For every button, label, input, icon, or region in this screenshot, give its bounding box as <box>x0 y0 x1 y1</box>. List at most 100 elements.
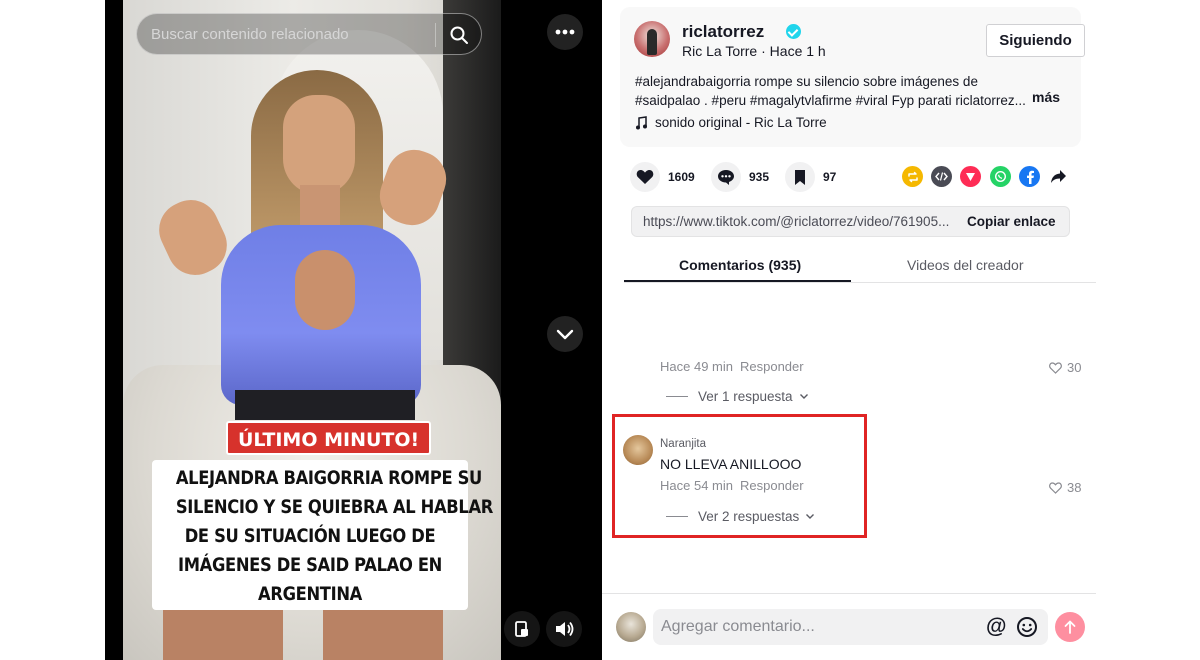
chevron-down-icon <box>556 329 574 340</box>
details-panel: riclatorrez Ric La Torre · Hace 1 h Sigu… <box>602 0 1200 660</box>
next-video-button[interactable] <box>547 316 583 352</box>
author-meta: Ric La Torre · Hace 1 h <box>682 43 826 59</box>
search-button[interactable] <box>443 19 475 51</box>
caption-line: ARGENTINA <box>258 583 362 605</box>
facebook-icon <box>1026 170 1034 184</box>
post-time: Hace 1 h <box>769 43 826 59</box>
comment-like-count: 38 <box>1067 480 1082 495</box>
comment-like-count: 30 <box>1067 360 1082 375</box>
whatsapp-share-button[interactable] <box>990 166 1011 187</box>
description-line: #saidpalao . #peru #magalytvlafirme #vir… <box>635 93 1026 108</box>
search-divider <box>435 23 436 47</box>
search-icon <box>450 26 468 44</box>
description-line: #alejandrabaigorria rompe su silencio so… <box>635 74 978 89</box>
commenter-avatar[interactable] <box>623 435 653 465</box>
save-count: 97 <box>823 170 837 184</box>
caption-line: SILENCIO Y SE QUIEBRA AL HABLAR <box>175 496 494 518</box>
heart-outline-icon <box>1049 361 1062 374</box>
related-search-input[interactable] <box>151 14 431 54</box>
author-username[interactable]: riclatorrez <box>682 22 764 42</box>
commenter-username[interactable]: Naranjita <box>660 438 706 450</box>
embed-button[interactable] <box>931 166 952 187</box>
more-options-icon <box>555 29 575 35</box>
chevron-down-icon <box>806 514 815 519</box>
comment-time: Hace 54 min <box>660 478 733 493</box>
comment-circle <box>711 162 741 192</box>
embed-icon <box>935 172 948 181</box>
repost-icon <box>907 171 918 182</box>
reply-button[interactable]: Responder <box>740 359 804 374</box>
video-description: #alejandrabaigorria rompe su silencio so… <box>635 72 1035 110</box>
replies-dash <box>666 396 688 397</box>
copy-link-button[interactable]: Copiar enlace <box>967 214 1056 229</box>
description-more-link[interactable]: más <box>1032 89 1060 105</box>
send-icon <box>966 173 975 181</box>
following-button[interactable]: Siguiendo <box>986 24 1085 57</box>
comment-input[interactable] <box>661 609 971 645</box>
caption-line: ALEJANDRA BAIGORRIA ROMPE SU <box>175 467 482 489</box>
like-count: 1609 <box>668 170 695 184</box>
comment-composer[interactable]: @ <box>653 609 1048 645</box>
comment-count: 935 <box>749 170 770 184</box>
save-circle <box>785 162 815 192</box>
music-note-icon <box>636 115 647 129</box>
heart-icon <box>636 170 654 184</box>
comment-button[interactable]: 935 <box>711 162 769 192</box>
view-replies-button[interactable]: Ver 2 respuestas <box>666 509 815 524</box>
save-button[interactable]: 97 <box>785 162 836 192</box>
panel-tabs: Comentarios (935) Videos del creador <box>624 247 1096 283</box>
send-to-friend-button[interactable] <box>960 166 981 187</box>
arrow-up-icon <box>1064 620 1076 634</box>
comment-like-button[interactable]: 38 <box>1049 480 1081 495</box>
person-chest <box>295 250 355 330</box>
verified-badge-icon <box>786 24 801 39</box>
emoji-button[interactable] <box>1016 616 1038 643</box>
more-options-button[interactable] <box>547 14 583 50</box>
share-arrow-icon <box>1051 170 1066 183</box>
music-link[interactable]: sonido original - Ric La Torre <box>635 115 827 130</box>
reply-button[interactable]: Responder <box>740 478 804 493</box>
caption-line: DE SU SITUACIÓN LUEGO DE <box>184 525 436 547</box>
composer-divider <box>602 593 1096 594</box>
post-comment-button[interactable] <box>1055 612 1085 642</box>
video-link-box: https://www.tiktok.com/@riclatorrez/vide… <box>631 206 1070 237</box>
volume-button[interactable] <box>546 611 582 647</box>
comment-like-button[interactable]: 30 <box>1049 360 1081 375</box>
caption-line: IMÁGENES DE SAID PALAO EN <box>177 554 443 576</box>
comment-text: NO LLEVA ANILLOOO <box>660 456 802 472</box>
view-replies-label: Ver 2 respuestas <box>698 509 800 524</box>
picture-in-picture-button[interactable] <box>504 611 540 647</box>
video-url[interactable]: https://www.tiktok.com/@riclatorrez/vide… <box>643 214 953 229</box>
replies-dash <box>666 516 688 517</box>
person-face <box>283 95 355 195</box>
chevron-down-icon <box>799 394 808 399</box>
background-door <box>443 0 501 420</box>
like-button[interactable]: 1609 <box>630 162 695 192</box>
comment-bubble-icon <box>718 169 734 185</box>
tab-creator-videos[interactable]: Videos del creador <box>907 257 1023 273</box>
volume-icon <box>556 621 574 637</box>
tab-comments[interactable]: Comentarios (935) <box>679 257 801 273</box>
facebook-share-button[interactable] <box>1019 166 1040 187</box>
like-circle <box>630 162 660 192</box>
repost-button[interactable] <box>902 166 923 187</box>
meta-separator: · <box>757 43 770 59</box>
video-info-card: riclatorrez Ric La Torre · Hace 1 h Sigu… <box>620 7 1085 147</box>
person-belt <box>235 390 415 420</box>
related-search-bar[interactable] <box>136 13 482 55</box>
bookmark-icon <box>795 169 805 185</box>
emoji-icon <box>1017 617 1037 637</box>
more-share-button[interactable] <box>1048 166 1069 187</box>
mention-button[interactable]: @ <box>986 615 1006 639</box>
current-user-avatar <box>616 612 646 642</box>
author-avatar[interactable] <box>634 21 670 57</box>
view-replies-label: Ver 1 respuesta <box>698 389 793 404</box>
heart-outline-icon <box>1049 481 1062 494</box>
tiktok-video-page: ÚLTIMO MINUTO! ALEJANDRA BAIGORRIA ROMPE… <box>0 0 1200 660</box>
view-replies-button[interactable]: Ver 1 respuesta <box>666 389 809 404</box>
video-caption: ALEJANDRA BAIGORRIA ROMPE SU SILENCIO Y … <box>152 460 494 610</box>
active-tab-indicator <box>624 280 851 282</box>
author-display-name[interactable]: Ric La Torre <box>682 43 757 59</box>
caption-tag: ÚLTIMO MINUTO! <box>226 421 432 455</box>
whatsapp-icon <box>994 170 1007 183</box>
